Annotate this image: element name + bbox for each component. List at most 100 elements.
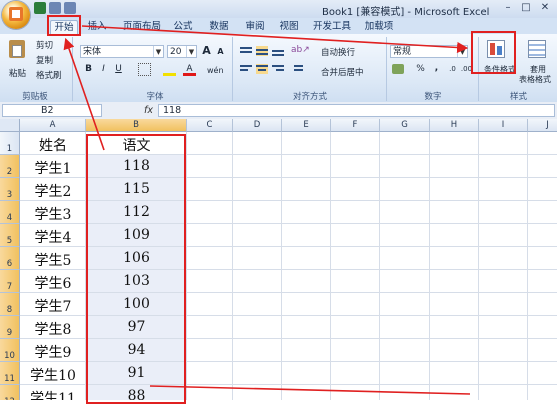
- cell[interactable]: [380, 385, 430, 400]
- cell[interactable]: [233, 155, 282, 178]
- row-header[interactable]: 6: [0, 247, 20, 270]
- cell[interactable]: [331, 224, 380, 247]
- comma-button[interactable]: ,: [430, 62, 443, 75]
- cell[interactable]: [187, 362, 233, 385]
- select-all-corner[interactable]: [0, 119, 20, 132]
- worksheet-grid[interactable]: ABCDEFGHIJ123456789101112姓名语文学生1118学生211…: [0, 119, 557, 400]
- cell[interactable]: [430, 247, 479, 270]
- cell[interactable]: [233, 362, 282, 385]
- cell[interactable]: [380, 132, 430, 155]
- cell[interactable]: [282, 178, 331, 201]
- cell[interactable]: [479, 201, 528, 224]
- align-top-button[interactable]: [240, 46, 252, 56]
- tab-insert[interactable]: 插入: [84, 20, 110, 34]
- cell[interactable]: [187, 270, 233, 293]
- cell[interactable]: [479, 247, 528, 270]
- format-painter-button[interactable]: 格式刷: [36, 69, 62, 81]
- cell[interactable]: [233, 224, 282, 247]
- cell[interactable]: [187, 132, 233, 155]
- cell[interactable]: [187, 224, 233, 247]
- cell[interactable]: [430, 339, 479, 362]
- cell[interactable]: [233, 316, 282, 339]
- cell[interactable]: [282, 270, 331, 293]
- cell[interactable]: [479, 316, 528, 339]
- row-header[interactable]: 3: [0, 178, 20, 201]
- cell[interactable]: [528, 155, 557, 178]
- restore-button[interactable]: □: [518, 2, 534, 14]
- cell[interactable]: [282, 339, 331, 362]
- cell[interactable]: [233, 247, 282, 270]
- cell[interactable]: [430, 316, 479, 339]
- cell[interactable]: [233, 132, 282, 155]
- indent-button[interactable]: [291, 64, 303, 74]
- row-header[interactable]: 9: [0, 316, 20, 339]
- italic-button[interactable]: I: [97, 63, 110, 76]
- cell[interactable]: [233, 385, 282, 400]
- bold-button[interactable]: B: [82, 63, 95, 76]
- cell[interactable]: [380, 293, 430, 316]
- tab-addins[interactable]: 加载项: [362, 20, 396, 34]
- cell[interactable]: [282, 201, 331, 224]
- number-format-select[interactable]: 常规 ▼: [390, 45, 468, 58]
- row-header[interactable]: 11: [0, 362, 20, 385]
- tab-review[interactable]: 审阅: [242, 20, 268, 34]
- cell[interactable]: [430, 224, 479, 247]
- cell[interactable]: [430, 155, 479, 178]
- cell[interactable]: [380, 178, 430, 201]
- cell[interactable]: [331, 155, 380, 178]
- cell[interactable]: [187, 293, 233, 316]
- cell[interactable]: [479, 362, 528, 385]
- cell[interactable]: [528, 201, 557, 224]
- fill-color-icon[interactable]: [163, 63, 176, 76]
- cell[interactable]: [282, 247, 331, 270]
- column-header-c[interactable]: C: [187, 119, 233, 132]
- cell[interactable]: [430, 362, 479, 385]
- cell[interactable]: [233, 201, 282, 224]
- increase-decimal-button[interactable]: .0: [446, 63, 459, 76]
- row-header[interactable]: 10: [0, 339, 20, 362]
- cell[interactable]: [331, 178, 380, 201]
- font-size-select[interactable]: 20 ▼: [167, 45, 197, 58]
- customize-qat-icon[interactable]: [64, 2, 76, 14]
- row-header[interactable]: 2: [0, 155, 20, 178]
- column-header-e[interactable]: E: [282, 119, 331, 132]
- cell[interactable]: [479, 385, 528, 400]
- cell[interactable]: [282, 155, 331, 178]
- cell[interactable]: [331, 339, 380, 362]
- cell[interactable]: [380, 316, 430, 339]
- cell[interactable]: [380, 270, 430, 293]
- cell[interactable]: [430, 178, 479, 201]
- underline-button[interactable]: U: [112, 63, 125, 76]
- font-color-button[interactable]: A: [183, 63, 196, 76]
- cell[interactable]: [331, 293, 380, 316]
- insert-function-icon[interactable]: fx: [144, 105, 153, 116]
- column-header-b[interactable]: B: [86, 119, 187, 132]
- grow-font-button[interactable]: A: [200, 44, 213, 57]
- shrink-font-button[interactable]: A: [214, 45, 227, 58]
- cell[interactable]: [380, 362, 430, 385]
- close-button[interactable]: ✕: [537, 2, 553, 14]
- cell[interactable]: [187, 339, 233, 362]
- column-header-j[interactable]: J: [528, 119, 557, 132]
- cell[interactable]: [528, 270, 557, 293]
- paste-icon[interactable]: [9, 40, 25, 58]
- cell[interactable]: [528, 247, 557, 270]
- row-header[interactable]: 12: [0, 385, 20, 400]
- cell[interactable]: [282, 132, 331, 155]
- cell[interactable]: [282, 224, 331, 247]
- cell[interactable]: [528, 362, 557, 385]
- cell[interactable]: [528, 339, 557, 362]
- paste-label[interactable]: 粘贴: [9, 67, 26, 79]
- undo-icon[interactable]: [49, 2, 61, 14]
- row-header[interactable]: 4: [0, 201, 20, 224]
- office-button[interactable]: [2, 1, 30, 29]
- borders-button[interactable]: [138, 63, 151, 76]
- cell[interactable]: [479, 339, 528, 362]
- cell[interactable]: [331, 201, 380, 224]
- cell[interactable]: [331, 270, 380, 293]
- phonetic-button[interactable]: wén: [207, 64, 224, 77]
- cell[interactable]: [380, 201, 430, 224]
- tab-data[interactable]: 数据: [206, 20, 232, 34]
- cell[interactable]: [187, 247, 233, 270]
- cell[interactable]: [528, 293, 557, 316]
